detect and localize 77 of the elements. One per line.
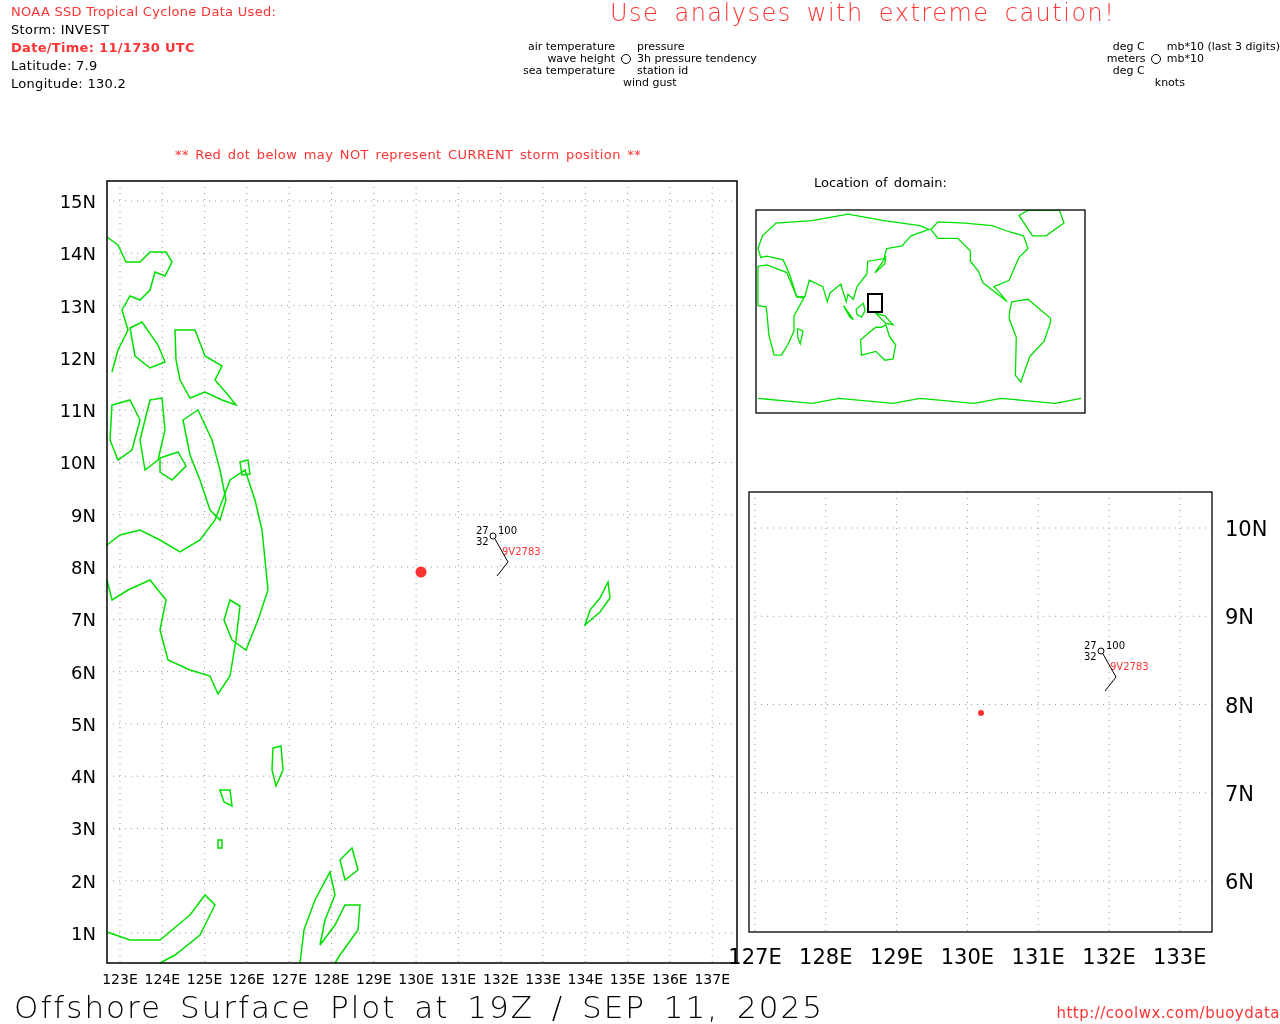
longitude-label: 129E <box>869 945 924 969</box>
storm-position-dot <box>978 710 984 716</box>
longitude-label: 135E <box>609 971 646 987</box>
latitude-label: 13N <box>59 295 96 317</box>
latitude-label: 2N <box>71 870 96 892</box>
unit-label: mb*10 (last 3 digits) <box>1166 41 1280 53</box>
longitude-label: 136E <box>652 971 688 987</box>
source-url: http://coolwx.com/buoydata <box>1056 1003 1280 1024</box>
latitude-label: 15N <box>59 191 96 212</box>
latitude-label: 4N <box>71 766 96 788</box>
longitude-label: 128E <box>799 945 853 969</box>
latitude-label: 8N <box>71 557 96 579</box>
latitude-label: 12N <box>59 347 96 369</box>
longitude-label: 134E <box>567 971 604 987</box>
storm-name: Storm: INVEST <box>11 21 111 39</box>
station-circle-icon <box>489 532 497 540</box>
longitude-label: 132E <box>1082 945 1136 969</box>
latitude-label: 6N <box>1225 870 1255 894</box>
longitude-label: 129E <box>356 971 392 987</box>
storm-position-dot <box>415 566 427 578</box>
legend-label: wave height <box>546 53 615 65</box>
longitude-label: 130E <box>398 971 434 987</box>
source-title: NOAA SSD Tropical Cyclone Data Used: <box>11 3 278 21</box>
latitude-label: 9N <box>71 504 96 526</box>
latitude-label: 7N <box>1225 781 1255 806</box>
date-time: Date/Time: 11/1730 UTC <box>11 39 196 57</box>
station-id-label: 9V2783 <box>1110 661 1149 672</box>
pressure-value: 100 <box>1106 640 1126 651</box>
air-temperature-value: 27 <box>1084 640 1097 651</box>
legend-label: station id <box>636 65 690 77</box>
air-temperature-value: 27 <box>476 525 489 536</box>
longitude-label: 133E <box>525 971 561 987</box>
longitude-label: 124E <box>144 971 181 987</box>
latitude-label: 9N <box>1225 605 1255 630</box>
latitude-label: 14N <box>59 243 96 265</box>
longitude-label: 128E <box>313 971 350 987</box>
latitude-label: 8N <box>1225 693 1255 718</box>
longitude-label: 132E <box>482 971 519 987</box>
longitude-label: 133E <box>1153 945 1207 969</box>
latitude-label: 1N <box>71 923 96 945</box>
longitude-text: Longitude: 130.2 <box>11 75 128 93</box>
latitude-label: 10N <box>1225 517 1268 541</box>
latitude-label: 6N <box>71 661 96 683</box>
longitude-label: 131E <box>1011 945 1065 969</box>
longitude-label: 137E <box>694 971 730 987</box>
sea-temperature-value: 32 <box>476 536 489 547</box>
latitude-label: 3N <box>71 818 96 840</box>
longitude-label: 127E <box>271 971 307 987</box>
legend-label: pressure <box>636 41 686 53</box>
plot-title: Offshore Surface Plot at 19Z / SEP 11, 2025 <box>14 990 824 1024</box>
longitude-label: 130E <box>940 945 995 969</box>
unit-label: meters <box>1106 53 1145 65</box>
latitude-label: 11N <box>59 400 96 422</box>
legend-label: 3h pressure tendency <box>636 53 757 65</box>
unit-label: deg C <box>1111 41 1145 53</box>
station-id-label: 9V2783 <box>502 546 541 557</box>
caution-title: Use analyses with extreme caution! <box>609 0 1116 26</box>
longitude-label: 123E <box>102 971 138 987</box>
legend-label: wind gust <box>622 77 677 89</box>
station-circle-icon <box>1097 647 1105 655</box>
warning-text: ** Red dot below may NOT represent CURRENT storm position ** <box>175 147 642 162</box>
latitude-label: 7N <box>71 609 96 631</box>
latitude-label: 10N <box>59 452 96 474</box>
legend-label: sea temperature <box>522 65 615 77</box>
unit-label: mb*10 <box>1166 53 1205 65</box>
longitude-label: 126E <box>229 971 265 987</box>
sea-temperature-value: 32 <box>1084 651 1097 662</box>
domain-box <box>867 293 883 313</box>
legend-label: air temperature <box>527 41 615 53</box>
longitude-label: 125E <box>186 971 223 987</box>
unit-label: deg C <box>1111 65 1145 77</box>
latitude-label: 5N <box>71 713 96 735</box>
longitude-label: 131E <box>440 971 477 987</box>
unit-label: knots <box>1154 77 1185 89</box>
latitude-text: Latitude: 7.9 <box>11 57 99 75</box>
domain-title: Location of domain: <box>814 175 947 190</box>
pressure-value: 100 <box>498 525 518 536</box>
